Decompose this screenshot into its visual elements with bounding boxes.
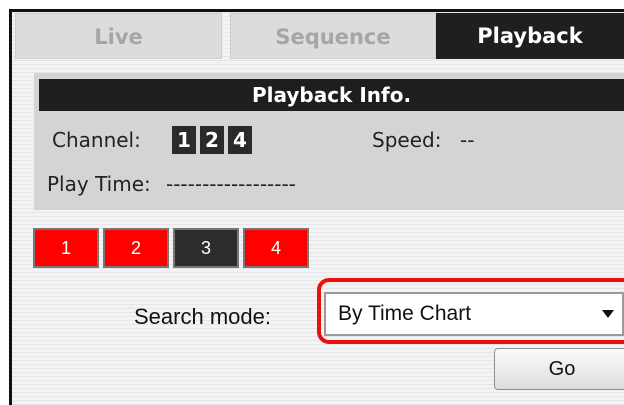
speed-value: -- <box>460 128 475 152</box>
camera-button-3[interactable]: 3 <box>173 228 239 268</box>
tab-live[interactable]: Live <box>15 13 222 59</box>
speed-label: Speed: <box>372 128 442 152</box>
playback-info-title: Playback Info. <box>39 79 624 111</box>
tab-bar: Live Sequence Playback <box>15 13 624 59</box>
camera-button-1[interactable]: 1 <box>33 228 99 268</box>
channel-badge-2: 2 <box>200 126 224 154</box>
search-mode-label: Search mode: <box>134 304 271 329</box>
camera-button-2[interactable]: 2 <box>103 228 169 268</box>
search-mode-highlight <box>317 278 624 344</box>
channel-badge-1: 1 <box>172 126 196 154</box>
channel-badge-4: 4 <box>228 126 252 154</box>
play-time-label: Play Time: <box>47 172 151 196</box>
go-button[interactable]: Go <box>494 348 624 390</box>
camera-button-4[interactable]: 4 <box>243 228 309 268</box>
tab-sequence[interactable]: Sequence <box>230 13 436 59</box>
channel-label: Channel: <box>52 128 141 152</box>
tab-playback[interactable]: Playback <box>436 13 624 59</box>
play-time-value: ------------------ <box>166 172 296 196</box>
